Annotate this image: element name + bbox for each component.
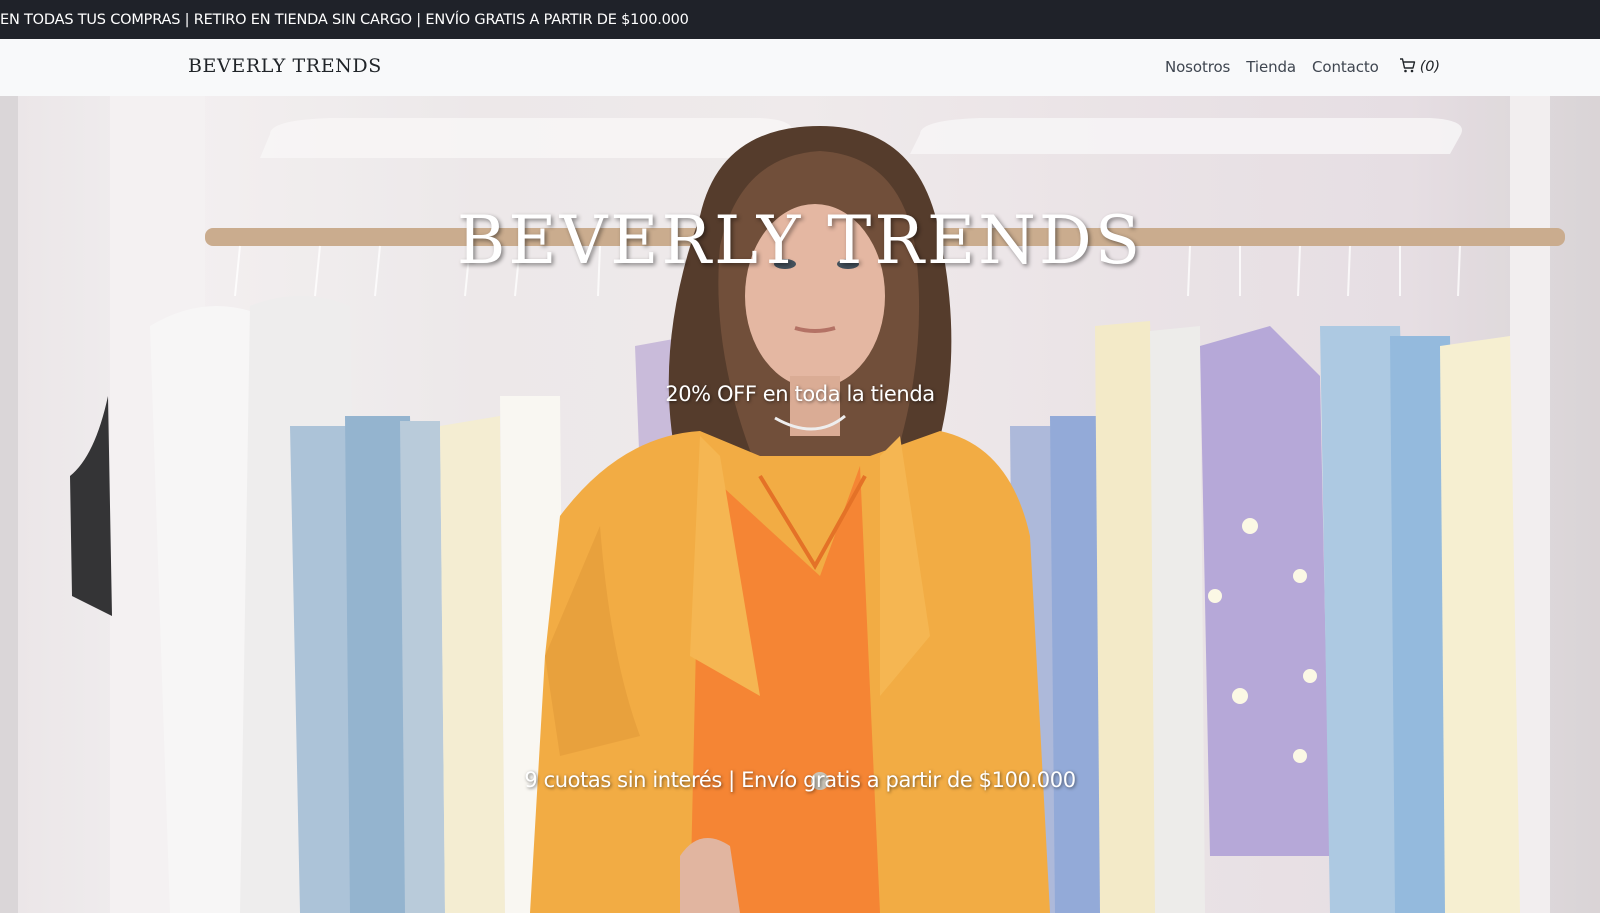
cart-button[interactable]: (0): [1399, 57, 1440, 77]
brand-logo[interactable]: BEVERLY TRENDS: [188, 55, 382, 77]
hero-promo-text: 20% OFF en toda la tienda: [665, 382, 935, 406]
cart-count: (0): [1419, 59, 1440, 75]
announcement-bar: EN TODAS TUS COMPRAS | RETIRO EN TIENDA …: [0, 0, 1600, 39]
hero-title: BEVERLY TRENDS: [456, 202, 1144, 279]
navbar: BEVERLY TRENDS Nosotros Tienda Contacto …: [0, 39, 1600, 96]
nav-link-contacto[interactable]: Contacto: [1312, 58, 1379, 76]
nav-link-nosotros[interactable]: Nosotros: [1165, 58, 1230, 76]
nav-link-tienda[interactable]: Tienda: [1246, 58, 1296, 76]
hero-shipping-text: 9 cuotas sin interés | Envío gratis a pa…: [524, 768, 1076, 792]
nav-links: Nosotros Tienda Contacto (0): [1165, 57, 1440, 77]
cart-icon: [1399, 57, 1416, 77]
announcement-text: EN TODAS TUS COMPRAS | RETIRO EN TIENDA …: [0, 11, 689, 28]
hero-banner: BEVERLY TRENDS 20% OFF en toda la tienda…: [0, 96, 1600, 913]
